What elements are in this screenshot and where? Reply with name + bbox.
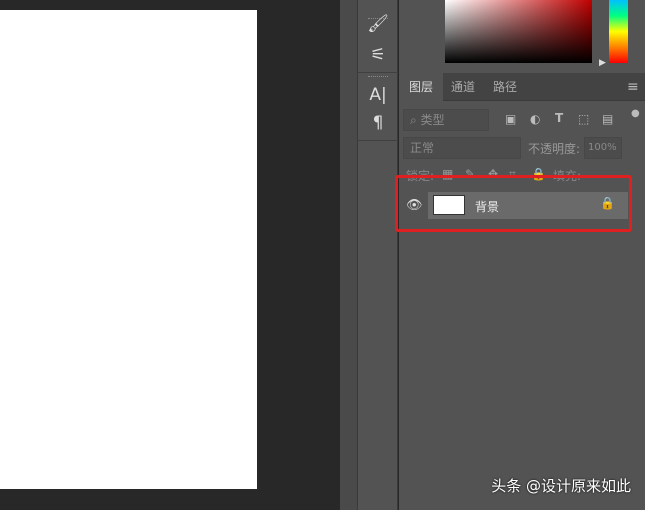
hue-slider-handle[interactable]: ▶: [599, 58, 606, 68]
watermark: 头条 @设计原来如此: [491, 477, 631, 495]
search-icon: ⌕: [410, 113, 421, 127]
highlight-box: [395, 175, 632, 232]
filter-kind-select[interactable]: ⌕ 类型: [403, 109, 489, 131]
opacity-label: 不透明度:: [528, 142, 581, 156]
tab-paths[interactable]: 路径: [483, 73, 527, 101]
divider: [358, 140, 398, 141]
document-canvas[interactable]: [0, 10, 257, 489]
panel-icon-column: 🖌 ⚟ A| ¶: [358, 0, 398, 510]
filter-shape-icon[interactable]: ⬚: [578, 112, 589, 126]
brush-preset-icon[interactable]: 🖌: [358, 14, 398, 34]
panel-menu-icon[interactable]: ≡: [627, 79, 639, 95]
filter-type-icon[interactable]: T: [555, 111, 563, 125]
paragraph-icon[interactable]: ¶: [358, 113, 398, 133]
opacity-input[interactable]: 100%: [584, 137, 622, 159]
tab-layers[interactable]: 图层: [399, 73, 444, 101]
filter-pixel-icon[interactable]: ▣: [505, 112, 516, 126]
filter-adjustment-icon[interactable]: ◐: [530, 112, 540, 126]
filter-kind-label: 类型: [420, 113, 445, 127]
filter-toggle[interactable]: ●: [631, 108, 640, 119]
grip[interactable]: [368, 76, 388, 78]
blend-mode-select[interactable]: 正常: [403, 137, 521, 159]
brush-settings-icon[interactable]: ⚟: [358, 45, 398, 65]
panel-tabs: 图层 通道 路径 ≡: [399, 73, 645, 101]
filter-smart-object-icon[interactable]: ▤: [602, 112, 613, 126]
panel-dock-strip: [340, 0, 358, 510]
tab-channels[interactable]: 通道: [441, 73, 485, 101]
character-icon[interactable]: A|: [358, 85, 398, 105]
divider: [358, 72, 398, 73]
color-picker-field[interactable]: [445, 0, 592, 63]
hue-slider[interactable]: [609, 0, 628, 63]
